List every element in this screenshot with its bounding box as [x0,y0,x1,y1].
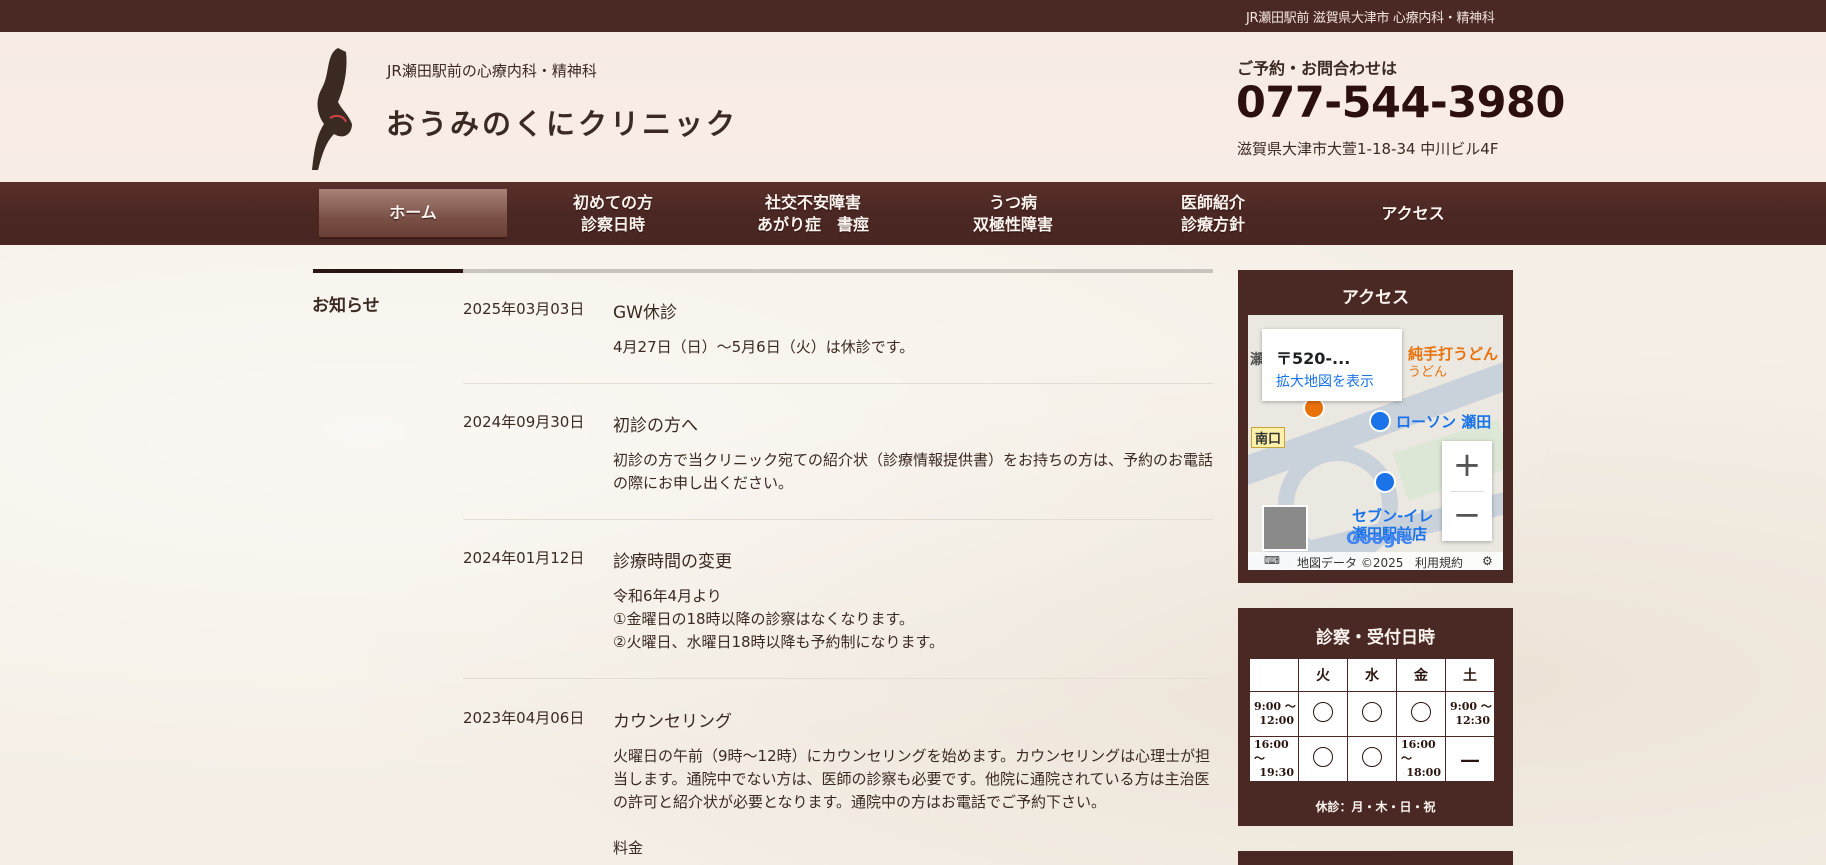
table-cell [1298,736,1348,782]
header-tagline: JR瀬田駅前の心療内科・精神科 [387,62,597,80]
news-title: カウンセリング [613,712,732,732]
phone-number[interactable]: 077-544-3980 [1236,78,1565,128]
table-cell [1347,691,1397,737]
closed-days-note: 休診：月・木・日・祝 [1315,800,1436,814]
news-date: 2023年04月06日 [463,709,585,727]
top-bar: JR瀬田駅前 滋賀県大津市 心療内科・精神科 [0,0,1826,32]
open-circle-icon [1313,702,1333,722]
store-pin-icon[interactable] [1374,471,1396,493]
nav-label: 診療方針 [1180,215,1245,234]
table-header: 土 [1445,658,1495,692]
clinic-name-logo[interactable]: おうみのくにクリニック [386,101,738,143]
news-date: 2024年09月30日 [463,413,585,431]
hours-widget: 診察・受付日時 火 水 金 土 9:00 〜 12:00 9:00 〜 12:3… [1238,608,1513,826]
main-nav: ホーム 初めての方 診察日時 社交不安障害 あがり症 書痙 うつ病 双極性障害 … [0,182,1826,245]
nav-label: うつ病 [988,193,1037,212]
news-separator [463,383,1213,384]
access-title: アクセス [1341,288,1410,308]
time-end: 12:30 [1455,714,1490,727]
nav-label: 診察日時 [580,215,645,234]
map-zoom-control: + − [1442,441,1492,541]
news-separator [463,678,1213,679]
time-end: 12:00 [1259,714,1294,727]
news-date: 2025年03月03日 [463,300,585,318]
time-cell: 16:00 〜 18:00 [1396,736,1446,782]
map-info-popup: 〒520-... 拡大地図を表示 [1262,329,1402,401]
zoom-in-button[interactable]: + [1442,441,1492,491]
map-footer: ⌨ 地図データ ©2025 利用規約 ⚙ [1248,552,1503,570]
open-circle-icon [1411,702,1431,722]
table-cell [1249,658,1299,692]
news-body: 火曜日の午前（9時～12時）にカウンセリングを始めます。カウンセリングは心理士が… [613,747,1211,857]
map-data-credit: 地図データ ©2025 [1297,556,1404,570]
table-cell [1396,691,1446,737]
map-label-lawson: ローソン 瀬田 [1396,413,1492,431]
table-header: 水 [1347,658,1397,692]
map-label-south-exit: 南口 [1251,427,1286,448]
time-start: 16:00 〜 [1401,738,1436,765]
google-map[interactable]: 瀬 純手打うどん うどん ローソン 瀬田 南口 セブン-イレ 瀬田駅前店 〒52… [1248,315,1503,570]
nav-label: 初めての方 [572,193,653,212]
time-cell: 9:00 〜 12:30 [1445,691,1495,737]
open-circle-icon [1362,702,1382,722]
open-circle-icon [1362,747,1382,767]
nav-label: あがり症 書痙 [756,215,869,234]
nav-doctor[interactable]: 医師紹介 診療方針 [1119,189,1307,239]
time-end: 18:00 [1406,766,1441,779]
time-end: 19:30 [1259,766,1294,779]
nav-label: 双極性障害 [972,215,1053,234]
logo-figure-icon[interactable] [308,44,368,174]
view-larger-map-link[interactable]: 拡大地図を表示 [1276,371,1374,391]
keyboard-icon[interactable]: ⌨ [1264,554,1280,567]
table-row: 9:00 〜 12:00 9:00 〜 12:30 [1249,691,1495,737]
nav-label: ホーム [389,203,437,222]
nav-social-anxiety[interactable]: 社交不安障害 あがり症 書痙 [719,189,907,239]
nav-access[interactable]: アクセス [1319,189,1507,239]
news-title: GW休診 [613,303,677,323]
nav-label: 医師紹介 [1180,193,1245,212]
access-widget: アクセス 瀬 純手打うどん うどん ローソン 瀬田 南口 セブン-イレ 瀬田駅前… [1238,270,1513,583]
time-start: 9:00 〜 [1450,700,1492,713]
time-start: 9:00 〜 [1254,700,1296,713]
zoom-out-button[interactable]: − [1442,491,1492,541]
time-cell: 16:00 〜 19:30 [1249,736,1299,782]
section-divider-accent [313,269,463,273]
table-cell [1298,691,1348,737]
nav-label: アクセス [1381,204,1445,223]
map-terms-link[interactable]: 利用規約 [1415,554,1463,570]
report-icon[interactable]: ⚙ [1482,554,1493,568]
news-date: 2024年01月12日 [463,549,585,567]
next-widget [1238,851,1513,865]
section-divider [313,269,1213,273]
open-circle-icon [1313,747,1333,767]
nav-home[interactable]: ホーム [319,189,507,239]
satellite-toggle-icon[interactable] [1262,505,1308,551]
hours-title: 診察・受付日時 [1316,628,1435,648]
closed-dash: — [1445,736,1495,782]
top-bar-text: JR瀬田駅前 滋賀県大津市 心療内科・精神科 [1246,11,1495,26]
map-popup-zip: 〒520-... [1276,349,1351,368]
nav-first-visit[interactable]: 初めての方 診察日時 [519,189,707,239]
store-pin-icon[interactable] [1369,410,1391,432]
clinic-address: 滋賀県大津市大萱1-18-34 中川ビル4F [1237,140,1499,158]
table-cell [1347,736,1397,782]
table-header: 金 [1396,658,1446,692]
contact-label: ご予約・お問合わせは [1237,59,1398,78]
news-body: 4月27日（日）～5月6日（火）は休診です。 [613,338,915,356]
time-cell: 9:00 〜 12:00 [1249,691,1299,737]
map-label-udon-sub: うどん [1408,365,1448,380]
news-title: 初診の方へ [613,416,698,436]
table-header: 火 [1298,658,1348,692]
news-section-title: お知らせ [312,296,380,316]
google-logo: Google [1346,529,1413,549]
news-body: 初診の方で当クリニック宛ての紹介状（診療情報提供書）をお持ちの方は、予約のお電話… [613,451,1214,492]
news-separator [463,519,1213,520]
table-row: 16:00 〜 19:30 16:00 〜 18:00 — [1249,736,1495,782]
time-start: 16:00 〜 [1254,738,1289,765]
nav-depression[interactable]: うつ病 双極性障害 [919,189,1107,239]
news-body: 令和6年4月より ①金曜日の18時以降の診察はなくなります。 ②火曜日、水曜日1… [613,587,945,651]
nav-label: 社交不安障害 [764,193,861,212]
news-title: 診療時間の変更 [613,552,732,572]
hours-table: 火 水 金 土 9:00 〜 12:00 9:00 〜 12:30 16:00 … [1249,658,1495,782]
